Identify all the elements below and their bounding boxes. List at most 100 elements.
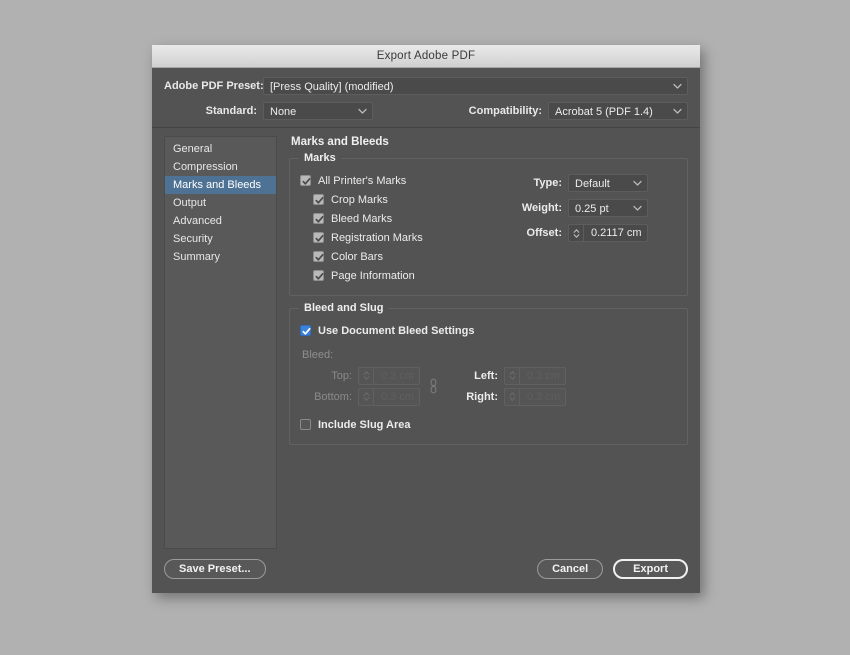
marks-type-value: Default [575,178,610,190]
crop-marks-row[interactable]: Crop Marks [313,190,510,209]
dialog-titlebar: Export Adobe PDF [152,45,700,68]
weight-row: Weight: 0.25 pt [510,197,677,219]
bleed-bottom-label: Bottom: [314,390,352,403]
marks-group: Marks All Printer's Marks Crop Marks Ble… [289,152,688,296]
dialog-footer: Save Preset... Cancel Export [152,559,700,593]
bleed-right-field: 0.3 cm [504,387,566,406]
preset-label: Adobe PDF Preset: [164,80,264,92]
page-information-label: Page Information [331,269,415,282]
marks-field-column: Type: Default Weight: 0.25 pt Offset: 0.… [510,171,677,285]
chevron-down-icon [673,78,682,94]
marks-weight-value: 0.25 pt [575,203,609,215]
checkbox-checked-icon[interactable] [313,270,324,281]
sidebar-item-summary[interactable]: Summary [165,248,276,266]
use-document-bleed-settings-row[interactable]: Use Document Bleed Settings [300,321,677,340]
color-bars-row[interactable]: Color Bars [313,247,510,266]
stepper-up-down-icon[interactable] [569,225,584,241]
bleed-left-value: 0.3 cm [527,369,561,382]
settings-category-list[interactable]: General Compression Marks and Bleeds Out… [164,136,277,549]
bleed-and-slug-group-label: Bleed and Slug [299,302,389,314]
bleed-top-row: Top: 0.3 cm [300,365,420,386]
page-information-row[interactable]: Page Information [313,266,510,285]
checkbox-checked-icon[interactable] [300,175,311,186]
all-printers-marks-row[interactable]: All Printer's Marks [300,171,510,190]
checkbox-unchecked-icon[interactable] [300,419,311,430]
offset-label: Offset: [526,227,562,239]
marks-offset-field[interactable]: 0.2117 cm [568,224,648,242]
sidebar-item-advanced[interactable]: Advanced [165,212,276,230]
stepper-up-down-icon [359,388,374,405]
checkbox-checked-icon[interactable] [300,325,311,336]
bleed-left-row: Left: 0.3 cm [446,365,566,386]
save-preset-button[interactable]: Save Preset... [164,559,266,579]
bleed-fields-grid: Top: 0.3 cm Bottom: 0.3 cm Left: 0.3 cm … [300,365,677,407]
compatibility-label: Compatibility: [468,105,542,117]
use-document-bleed-settings-label: Use Document Bleed Settings [318,324,475,337]
export-button[interactable]: Export [613,559,688,579]
chevron-down-icon [358,103,367,119]
sidebar-item-output[interactable]: Output [165,194,276,212]
bleed-left-field: 0.3 cm [504,366,566,385]
bleed-right-label: Right: [466,390,498,403]
bleed-right-column: Left: 0.3 cm Right: 0.3 cm [446,365,566,407]
offset-row: Offset: 0.2117 cm [510,222,677,244]
include-slug-area-label: Include Slug Area [318,418,411,431]
standard-value: None [270,106,297,118]
bleed-bottom-value: 0.3 cm [381,390,415,403]
bleed-left-label: Left: [474,369,498,382]
include-slug-area-row[interactable]: Include Slug Area [300,415,677,434]
marks-type-select[interactable]: Default [568,174,648,192]
standard-compatibility-row: Standard: None Compatibility: Acrobat 5 … [164,102,688,120]
export-adobe-pdf-dialog: Export Adobe PDF Adobe PDF Preset: [Pres… [152,45,700,593]
sidebar-item-security[interactable]: Security [165,230,276,248]
preset-section: Adobe PDF Preset: [Press Quality] (modif… [152,68,700,128]
chevron-down-icon [673,103,682,119]
type-row: Type: Default [510,172,677,194]
checkbox-checked-icon[interactable] [313,232,324,243]
adobe-pdf-preset-value: [Press Quality] (modified) [270,81,394,93]
dialog-title: Export Adobe PDF [376,50,476,62]
checkbox-checked-icon[interactable] [313,194,324,205]
bleed-and-slug-group: Bleed and Slug Use Document Bleed Settin… [289,302,688,445]
type-label: Type: [533,177,562,189]
stepper-up-down-icon [359,367,374,384]
weight-label: Weight: [521,202,562,214]
chevron-down-icon [633,200,642,216]
marks-checkbox-list: All Printer's Marks Crop Marks Bleed Mar… [300,171,510,285]
stepper-up-down-icon [505,367,520,384]
bleed-top-field: 0.3 cm [358,366,420,385]
checkbox-checked-icon[interactable] [313,251,324,262]
bleed-marks-label: Bleed Marks [331,212,393,225]
checkbox-checked-icon[interactable] [313,213,324,224]
dialog-body: General Compression Marks and Bleeds Out… [152,128,700,559]
adobe-pdf-preset-select[interactable]: [Press Quality] (modified) [263,77,688,95]
sidebar-item-general[interactable]: General [165,140,276,158]
marks-weight-select[interactable]: 0.25 pt [568,199,648,217]
link-bleed-values-icon[interactable] [420,378,446,394]
cancel-button[interactable]: Cancel [537,559,604,579]
bleed-left-column: Top: 0.3 cm Bottom: 0.3 cm [300,365,420,407]
sidebar-item-marks-and-bleeds[interactable]: Marks and Bleeds [165,176,276,194]
crop-marks-label: Crop Marks [331,193,388,206]
standard-label: Standard: [205,105,257,117]
pane-title: Marks and Bleeds [291,136,389,148]
marks-offset-value: 0.2117 cm [591,227,642,239]
compatibility-select[interactable]: Acrobat 5 (PDF 1.4) [548,102,688,120]
bleed-marks-row[interactable]: Bleed Marks [313,209,510,228]
all-printers-marks-label: All Printer's Marks [318,174,407,187]
settings-pane: Marks and Bleeds Marks All Printer's Mar… [277,136,688,559]
standard-select[interactable]: None [263,102,373,120]
bleed-right-row: Right: 0.3 cm [446,386,566,407]
bleed-top-value: 0.3 cm [381,369,415,382]
chevron-down-icon [633,175,642,191]
bleed-right-value: 0.3 cm [527,390,561,403]
sidebar-item-compression[interactable]: Compression [165,158,276,176]
marks-group-label: Marks [299,152,341,164]
registration-marks-row[interactable]: Registration Marks [313,228,510,247]
bleed-bottom-field: 0.3 cm [358,387,420,406]
registration-marks-label: Registration Marks [331,231,423,244]
stepper-up-down-icon [505,388,520,405]
compatibility-value: Acrobat 5 (PDF 1.4) [555,106,653,118]
bleed-bottom-row: Bottom: 0.3 cm [300,386,420,407]
bleed-sublabel: Bleed: [302,349,334,361]
